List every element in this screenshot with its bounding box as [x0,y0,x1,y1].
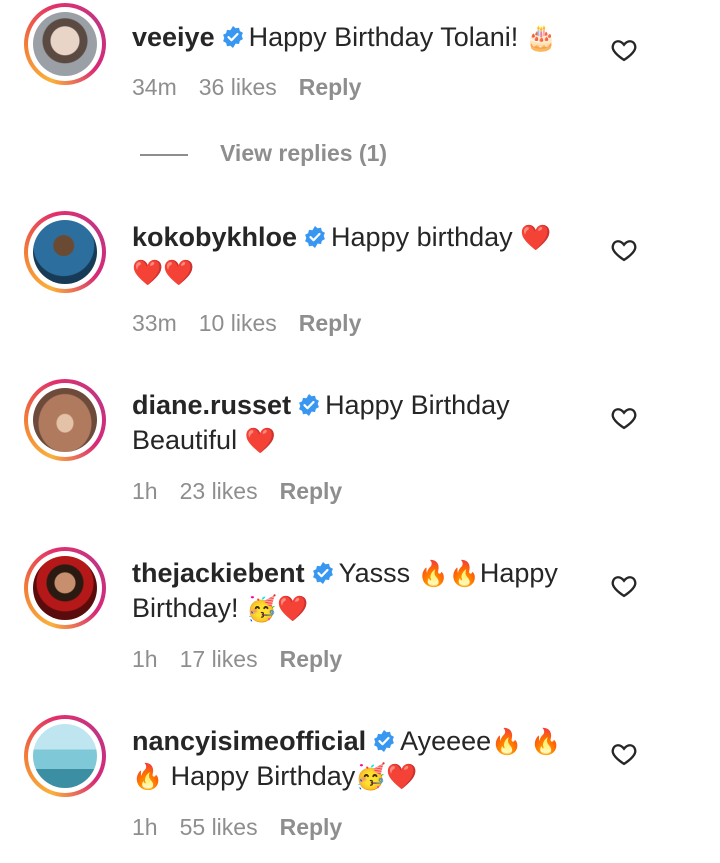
likes-count[interactable]: 55 likes [180,814,258,840]
heart-emoji: ❤️❤️ [132,258,195,287]
comment-meta: 1h 23 likes Reply [132,478,364,505]
username-link[interactable]: veeiye [132,22,215,52]
verified-badge-icon [222,26,243,48]
heart-outline-icon[interactable] [610,236,638,264]
view-replies-button[interactable]: View replies (1) [140,140,387,167]
reply-button[interactable]: Reply [280,646,343,672]
timestamp: 33m [132,310,177,336]
heart-outline-icon[interactable] [610,404,638,432]
comment-body: Happy [479,558,558,588]
likes-count[interactable]: 10 likes [199,310,277,336]
avatar[interactable] [33,724,97,788]
timestamp: 1h [132,646,158,672]
fire-emoji: 🔥🔥 [417,559,480,588]
story-ring[interactable] [24,3,106,85]
story-ring[interactable] [24,547,106,629]
username-link[interactable]: kokobykhloe [132,222,297,252]
username-link[interactable]: thejackiebent [132,558,305,588]
verified-badge-icon [305,226,325,248]
comment-text: kokobykhloe Happy birthday ❤️ ❤️❤️ [132,220,572,290]
comment-body: Ayeeee [400,726,492,756]
timestamp: 1h [132,478,158,504]
cake-emoji: 🎂 [525,23,557,52]
comment-body: Yasss [338,558,418,588]
comment-body: Happy Birthday [163,761,356,791]
fire-emoji: 🔥 🔥 [491,727,562,756]
party-heart-emoji: 🥳❤️ [355,762,418,791]
comment-text: nancyisimeofficial Ayeeee🔥 🔥 🔥 Happy Birth… [132,724,572,794]
reply-button[interactable]: Reply [299,74,362,100]
story-ring[interactable] [24,211,106,293]
divider-line [140,153,188,156]
heart-outline-icon[interactable] [610,572,638,600]
party-heart-emoji: 🥳❤️ [246,594,309,623]
comment-meta: 33m 10 likes Reply [132,310,383,337]
likes-count[interactable]: 36 likes [199,74,277,100]
comment-meta: 1h 55 likes Reply [132,814,364,841]
heart-emoji: ❤️ [520,223,552,252]
username-link[interactable]: diane.russet [132,390,291,420]
comment-body: Beautiful [132,425,245,455]
avatar[interactable] [33,12,97,76]
fire-emoji: 🔥 [132,762,164,791]
comment-body: Happy birthday [331,222,521,252]
likes-count[interactable]: 17 likes [180,646,258,672]
comment-meta: 1h 17 likes Reply [132,646,364,673]
heart-outline-icon[interactable] [610,36,638,64]
comment-text: thejackiebent Yasss 🔥🔥Happy Birthday! 🥳❤️ [132,556,572,626]
timestamp: 1h [132,814,158,840]
verified-badge-icon [374,730,394,752]
likes-count[interactable]: 23 likes [180,478,258,504]
comment-text: diane.russet Happy Birthday Beautiful ❤️ [132,388,572,458]
comment-meta: 34m 36 likes Reply [132,74,383,101]
story-ring[interactable] [24,715,106,797]
view-replies-label[interactable]: View replies (1) [220,140,387,166]
avatar[interactable] [33,220,97,284]
comment-text: veeiye Happy Birthday Tolani! 🎂 [132,20,572,55]
avatar[interactable] [33,388,97,452]
verified-badge-icon [312,562,333,584]
comment-body: Happy Birthday Tolani! [248,22,526,52]
reply-button[interactable]: Reply [280,814,343,840]
comment-body: Birthday! [132,593,247,623]
timestamp: 34m [132,74,177,100]
comment-body: Happy Birthday [325,390,510,420]
reply-button[interactable]: Reply [299,310,362,336]
story-ring[interactable] [24,379,106,461]
heart-emoji: ❤️ [244,426,276,455]
reply-button[interactable]: Reply [280,478,343,504]
heart-outline-icon[interactable] [610,740,638,768]
verified-badge-icon [299,394,319,416]
avatar[interactable] [33,556,97,620]
username-link[interactable]: nancyisimeofficial [132,726,366,756]
